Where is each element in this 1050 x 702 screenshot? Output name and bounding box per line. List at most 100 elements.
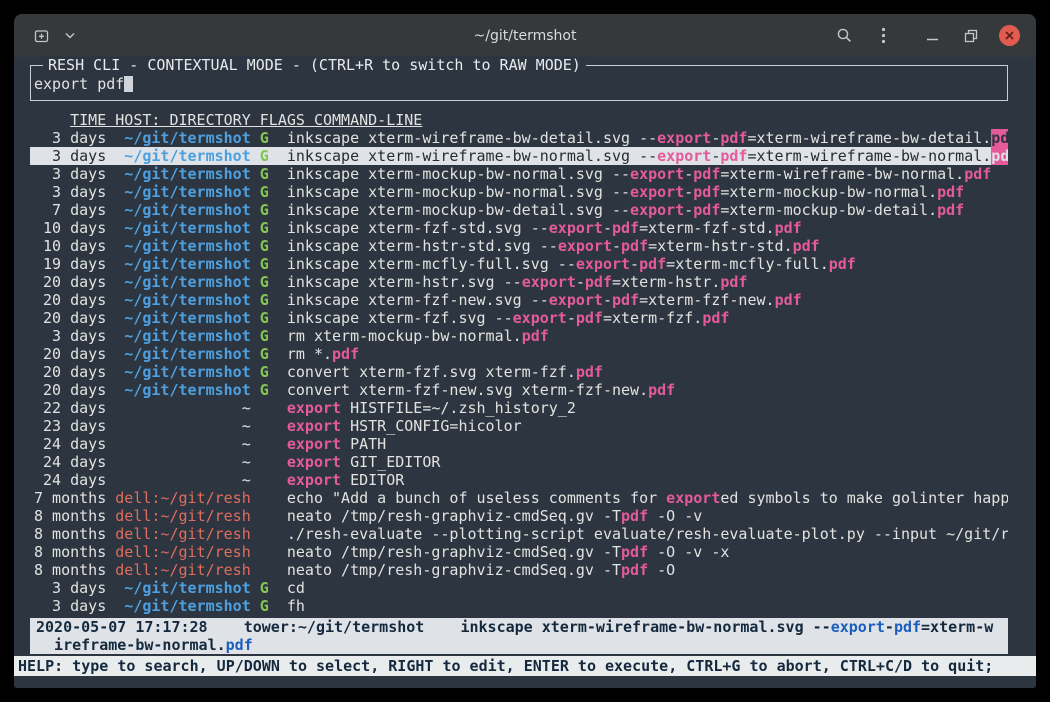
restore-icon xyxy=(964,29,978,43)
history-row[interactable]: 20 days ~/git/termshot G inkscape xterm-… xyxy=(30,273,1008,291)
row-flag xyxy=(260,399,269,417)
row-command: neato /tmp/resh-graphviz-cmdSeq.gv -Tpdf… xyxy=(287,543,730,561)
match-highlight: export xyxy=(657,129,711,147)
history-row[interactable]: 24 days ~ export EDITOR xyxy=(30,471,1008,489)
history-row[interactable]: 8 months dell:~/git/resh neato /tmp/resh… xyxy=(30,561,1008,579)
search-button[interactable] xyxy=(833,25,855,47)
history-row[interactable]: 3 days ~/git/termshot G rm xterm-mockup-… xyxy=(30,327,1008,345)
row-directory: ~/git/termshot xyxy=(115,165,250,183)
match-highlight: pd xyxy=(991,147,1008,165)
match-highlight: export xyxy=(287,471,341,489)
row-time: 19 days xyxy=(34,255,115,273)
kebab-menu-icon xyxy=(881,27,886,44)
new-tab-button[interactable] xyxy=(30,25,52,47)
history-row[interactable]: 24 days ~ export PATH xyxy=(30,435,1008,453)
match-highlight: export xyxy=(522,273,576,291)
search-box-title: RESH CLI - CONTEXTUAL MODE - (CTRL+R to … xyxy=(43,56,586,74)
history-row[interactable]: 3 days ~/git/termshot G cd xyxy=(30,579,1008,597)
history-row[interactable]: 8 months dell:~/git/resh ./resh-evaluate… xyxy=(30,525,1008,543)
match-highlight: export xyxy=(630,183,684,201)
history-row[interactable]: 3 days ~/git/termshot G fh xyxy=(30,597,1008,615)
row-time: 3 days xyxy=(34,129,115,147)
history-row[interactable]: 20 days ~/git/termshot G inkscape xterm-… xyxy=(30,291,1008,309)
restore-button[interactable] xyxy=(960,25,982,47)
history-row[interactable]: 20 days ~/git/termshot G convert xterm-f… xyxy=(30,381,1008,399)
match-highlight: pdf xyxy=(720,273,747,291)
row-flag: G xyxy=(260,219,269,237)
match-highlight: export xyxy=(558,237,612,255)
history-row[interactable]: 20 days ~/git/termshot G convert xterm-f… xyxy=(30,363,1008,381)
history-row[interactable]: 3 days ~/git/termshot G inkscape xterm-w… xyxy=(30,147,1008,165)
row-command: export HSTR_CONFIG=hicolor xyxy=(287,417,522,435)
match-highlight: pdf xyxy=(793,237,820,255)
search-icon xyxy=(836,27,853,44)
history-row[interactable]: 3 days ~/git/termshot G inkscape xterm-w… xyxy=(30,129,1008,147)
match-highlight: pdf xyxy=(332,345,359,363)
chevron-down-icon xyxy=(65,32,75,39)
history-row[interactable]: 22 days ~ export HISTFILE=~/.zsh_history… xyxy=(30,399,1008,417)
match-highlight: export xyxy=(287,435,341,453)
history-row[interactable]: 10 days ~/git/termshot G inkscape xterm-… xyxy=(30,237,1008,255)
row-directory: ~ xyxy=(115,471,250,489)
match-highlight: export xyxy=(287,399,341,417)
status-line: ireframe-bw-normal.pdf xyxy=(30,636,1008,654)
history-row[interactable]: 8 months dell:~/git/resh neato /tmp/resh… xyxy=(30,507,1008,525)
row-command: export GIT_EDITOR xyxy=(287,453,441,471)
history-row[interactable]: 24 days ~ export GIT_EDITOR xyxy=(30,453,1008,471)
row-directory: ~/git/termshot xyxy=(115,273,250,291)
row-flag xyxy=(260,525,269,543)
match-highlight: pdf xyxy=(775,219,802,237)
row-command: convert xterm-fzf-new.svg xterm-fzf-new.… xyxy=(287,381,675,399)
match-highlight: pdf xyxy=(621,237,648,255)
row-directory: ~/git/termshot xyxy=(115,147,250,165)
history-row[interactable]: 10 days ~/git/termshot G inkscape xterm-… xyxy=(30,219,1008,237)
history-row[interactable]: 20 days ~/git/termshot G inkscape xterm-… xyxy=(30,309,1008,327)
status-match-highlight: pdf xyxy=(226,636,253,654)
row-time: 20 days xyxy=(34,273,115,291)
row-directory: ~/git/termshot xyxy=(115,579,250,597)
row-command: cd xyxy=(287,579,305,597)
close-icon xyxy=(1004,30,1015,41)
history-row[interactable]: 3 days ~/git/termshot G inkscape xterm-m… xyxy=(30,183,1008,201)
match-highlight: export xyxy=(657,147,711,165)
row-directory: dell:~/git/resh xyxy=(115,489,250,507)
row-command: neato /tmp/resh-graphviz-cmdSeq.gv -Tpdf… xyxy=(287,507,702,525)
row-flag: G xyxy=(260,381,269,399)
row-directory: ~ xyxy=(115,399,250,417)
row-time: 20 days xyxy=(34,381,115,399)
row-flag: G xyxy=(260,345,269,363)
history-row[interactable]: 7 months dell:~/git/resh echo "Add a bun… xyxy=(30,489,1008,507)
row-time: 23 days xyxy=(34,417,115,435)
menu-button[interactable] xyxy=(872,25,894,47)
row-flag: G xyxy=(260,597,269,615)
match-highlight: export xyxy=(513,309,567,327)
row-command: inkscape xterm-fzf-new.svg --export-pdf=… xyxy=(287,291,802,309)
row-flag xyxy=(260,507,269,525)
row-flag xyxy=(260,489,269,507)
history-row[interactable]: 7 days ~/git/termshot G inkscape xterm-m… xyxy=(30,201,1008,219)
row-flag: G xyxy=(260,201,269,219)
history-row[interactable]: 23 days ~ export HSTR_CONFIG=hicolor xyxy=(30,417,1008,435)
row-command: inkscape xterm-fzf-std.svg --export-pdf=… xyxy=(287,219,802,237)
row-directory: ~ xyxy=(115,417,250,435)
row-time: 3 days xyxy=(34,579,115,597)
row-flag: G xyxy=(260,147,269,165)
tab-dropdown-button[interactable] xyxy=(59,25,81,47)
row-time: 10 days xyxy=(34,237,115,255)
row-command: inkscape xterm-hstr.svg --export-pdf=xte… xyxy=(287,273,748,291)
match-highlight: pdf xyxy=(964,165,991,183)
row-directory: ~/git/termshot xyxy=(115,183,250,201)
row-time: 7 days xyxy=(34,201,115,219)
close-button[interactable] xyxy=(999,25,1020,46)
history-row[interactable]: 3 days ~/git/termshot G inkscape xterm-m… xyxy=(30,165,1008,183)
match-highlight: pd xyxy=(991,129,1008,147)
history-row[interactable]: 8 months dell:~/git/resh neato /tmp/resh… xyxy=(30,543,1008,561)
terminal-content: RESH CLI - CONTEXTUAL MODE - (CTRL+R to … xyxy=(14,57,1036,688)
history-row[interactable]: 20 days ~/git/termshot G rm *.pdf xyxy=(30,345,1008,363)
row-flag: G xyxy=(260,363,269,381)
row-flag: G xyxy=(260,309,269,327)
row-flag xyxy=(260,543,269,561)
row-directory: ~/git/termshot xyxy=(115,363,250,381)
history-row[interactable]: 19 days ~/git/termshot G inkscape xterm-… xyxy=(30,255,1008,273)
minimize-button[interactable] xyxy=(921,25,943,47)
